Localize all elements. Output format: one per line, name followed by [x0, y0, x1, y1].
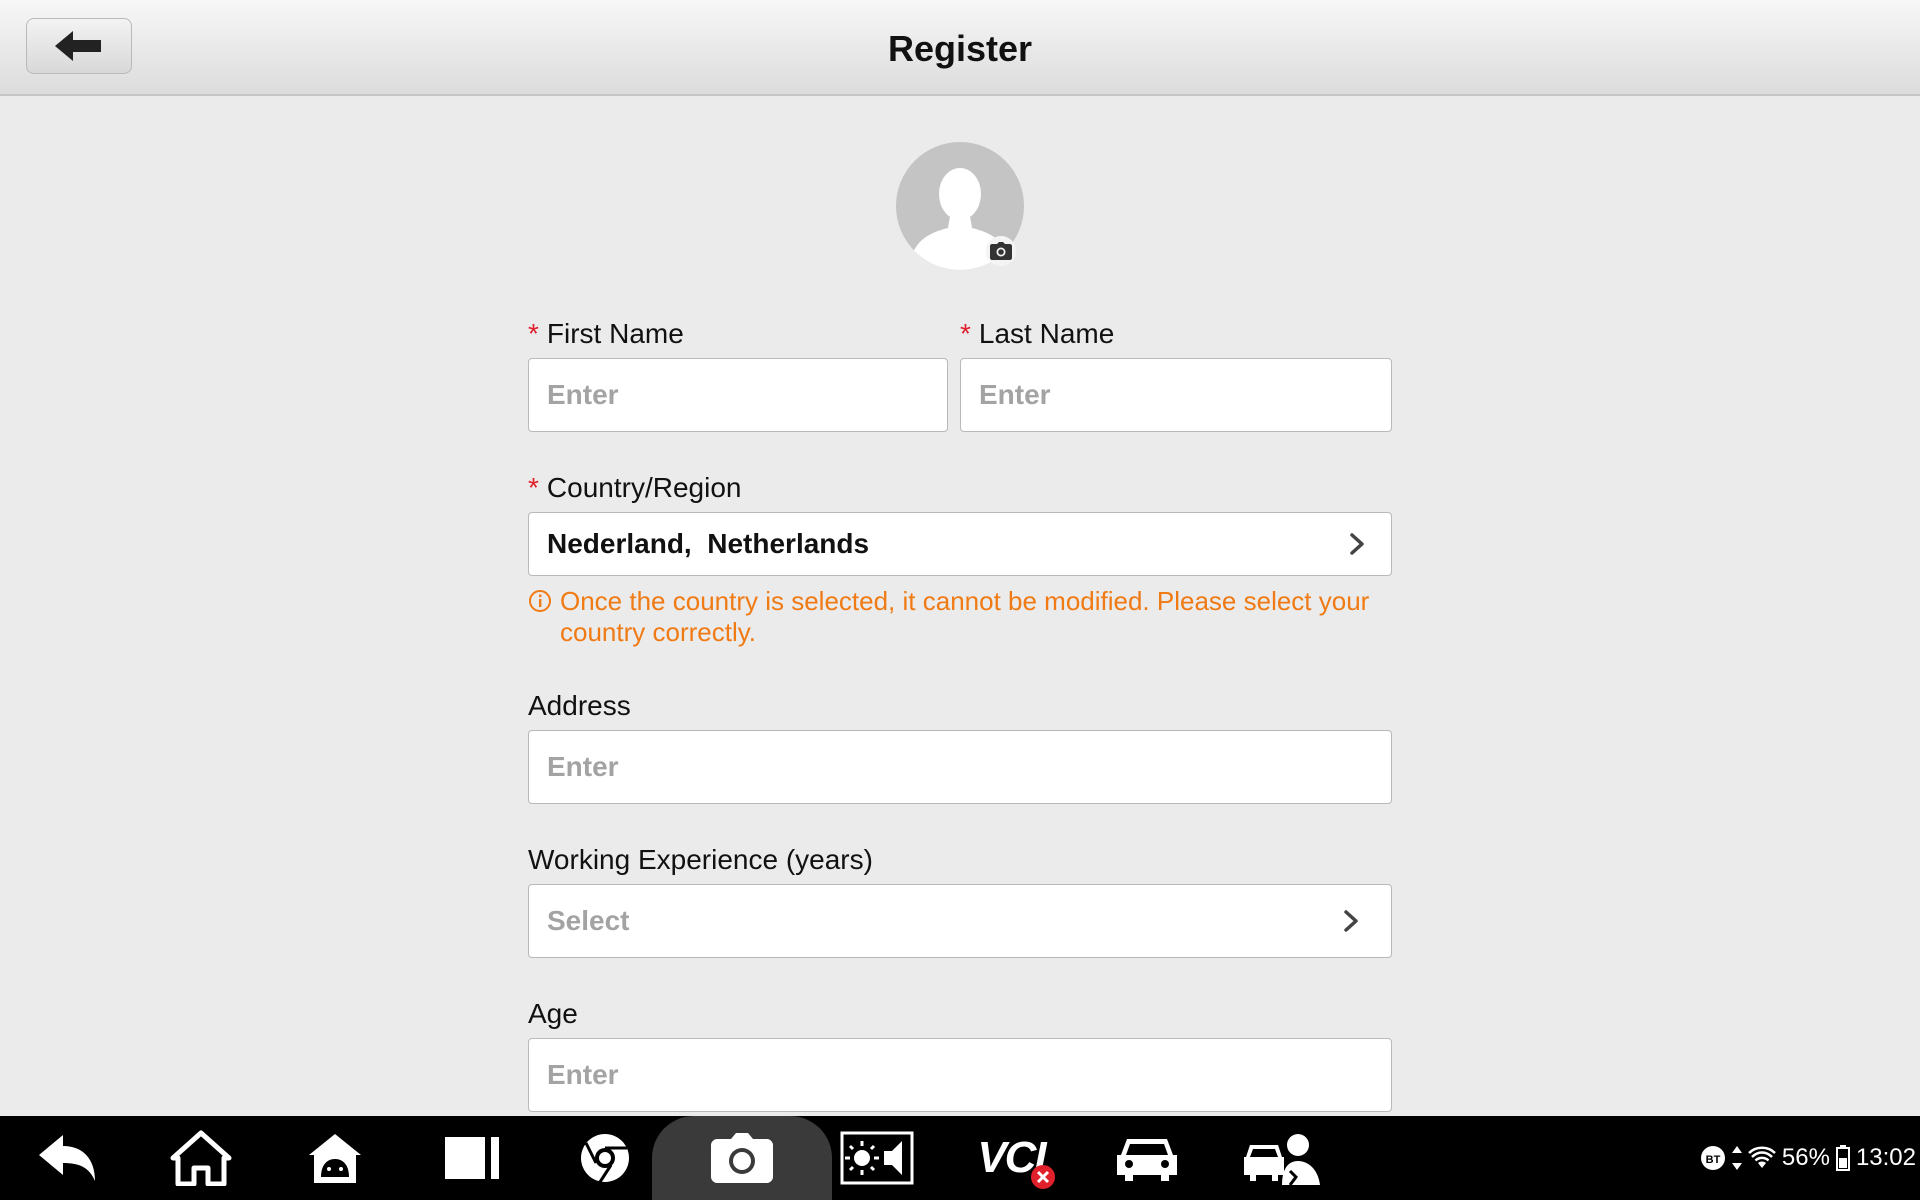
- car-icon: [1117, 1139, 1177, 1181]
- title-bar: Register: [0, 0, 1920, 96]
- nav-home-button[interactable]: [146, 1116, 256, 1200]
- last-name-placeholder: Enter: [979, 379, 1051, 410]
- address-placeholder: Enter: [547, 751, 619, 782]
- age-input[interactable]: Enter: [528, 1038, 1392, 1112]
- clock: 13:02: [1855, 1144, 1916, 1171]
- last-name-input[interactable]: Enter: [960, 358, 1392, 432]
- first-name-input[interactable]: Enter: [528, 358, 948, 432]
- address-label: Address: [528, 690, 631, 721]
- country-value: Nederland, Netherlands: [547, 528, 870, 559]
- nav-vci-button[interactable]: VCI: [956, 1116, 1066, 1200]
- nav-remote-support-button[interactable]: [1228, 1116, 1338, 1200]
- required-marker: *: [528, 472, 539, 503]
- brightness-volume-icon: [840, 1131, 914, 1185]
- android-home-icon: [309, 1134, 361, 1183]
- first-name-label: * First Name: [528, 318, 684, 350]
- wifi-icon: [1748, 1146, 1776, 1168]
- country-label: * Country/Region: [528, 472, 741, 504]
- browser-icon: [581, 1134, 629, 1183]
- battery-icon: [1835, 1145, 1850, 1171]
- required-marker: *: [528, 318, 539, 349]
- nav-back-button[interactable]: [12, 1116, 122, 1200]
- change-photo-button[interactable]: [986, 236, 1016, 266]
- camera-icon: [711, 1133, 773, 1183]
- nav-screenshot-button[interactable]: [652, 1116, 832, 1200]
- home-icon: [170, 1130, 232, 1186]
- navigation-bar: VCI BT 56% 13:02: [0, 1116, 1920, 1200]
- country-label-text: Country/Region: [546, 472, 742, 503]
- experience-select[interactable]: Select: [528, 884, 1392, 958]
- first-name-label-text: First Name: [546, 318, 684, 349]
- nav-recent-apps-button[interactable]: [418, 1116, 528, 1200]
- address-input[interactable]: Enter: [528, 730, 1392, 804]
- first-name-placeholder: Enter: [547, 379, 619, 410]
- age-placeholder: Enter: [547, 1059, 619, 1090]
- chevron-right-icon: [1350, 533, 1364, 555]
- last-name-label-text: Last Name: [978, 318, 1115, 349]
- vci-disconnected-icon: [1031, 1165, 1055, 1189]
- back-icon: [39, 1135, 95, 1181]
- car-technician-icon: [1244, 1134, 1320, 1185]
- age-label: Age: [528, 998, 578, 1029]
- camera-icon: [990, 242, 1012, 260]
- info-icon: [529, 590, 551, 612]
- status-area: BT 56% 13:02: [1700, 1116, 1916, 1200]
- required-marker: *: [960, 318, 971, 349]
- svg-text:BT: BT: [1706, 1154, 1721, 1166]
- nav-browser-button[interactable]: [550, 1116, 660, 1200]
- battery-percent: 56%: [1781, 1144, 1830, 1171]
- nav-display-settings-button[interactable]: [822, 1116, 932, 1200]
- bluetooth-icon: BT: [1700, 1146, 1725, 1170]
- data-transfer-icon: [1731, 1146, 1742, 1170]
- recent-apps-icon: [445, 1137, 499, 1179]
- page-title: Register: [887, 28, 1033, 69]
- chevron-right-icon: [1344, 910, 1358, 932]
- nav-vehicle-button[interactable]: [1092, 1116, 1202, 1200]
- country-select[interactable]: Nederland, Netherlands: [528, 512, 1392, 576]
- experience-label: Working Experience (years): [528, 844, 873, 875]
- experience-placeholder: Select: [547, 905, 630, 936]
- country-warning-text: Once the country is selected, it cannot …: [560, 586, 1370, 647]
- nav-android-home-button[interactable]: [280, 1116, 390, 1200]
- country-warning: Once the country is selected, it cannot …: [528, 586, 1388, 648]
- last-name-label: * Last Name: [960, 318, 1114, 350]
